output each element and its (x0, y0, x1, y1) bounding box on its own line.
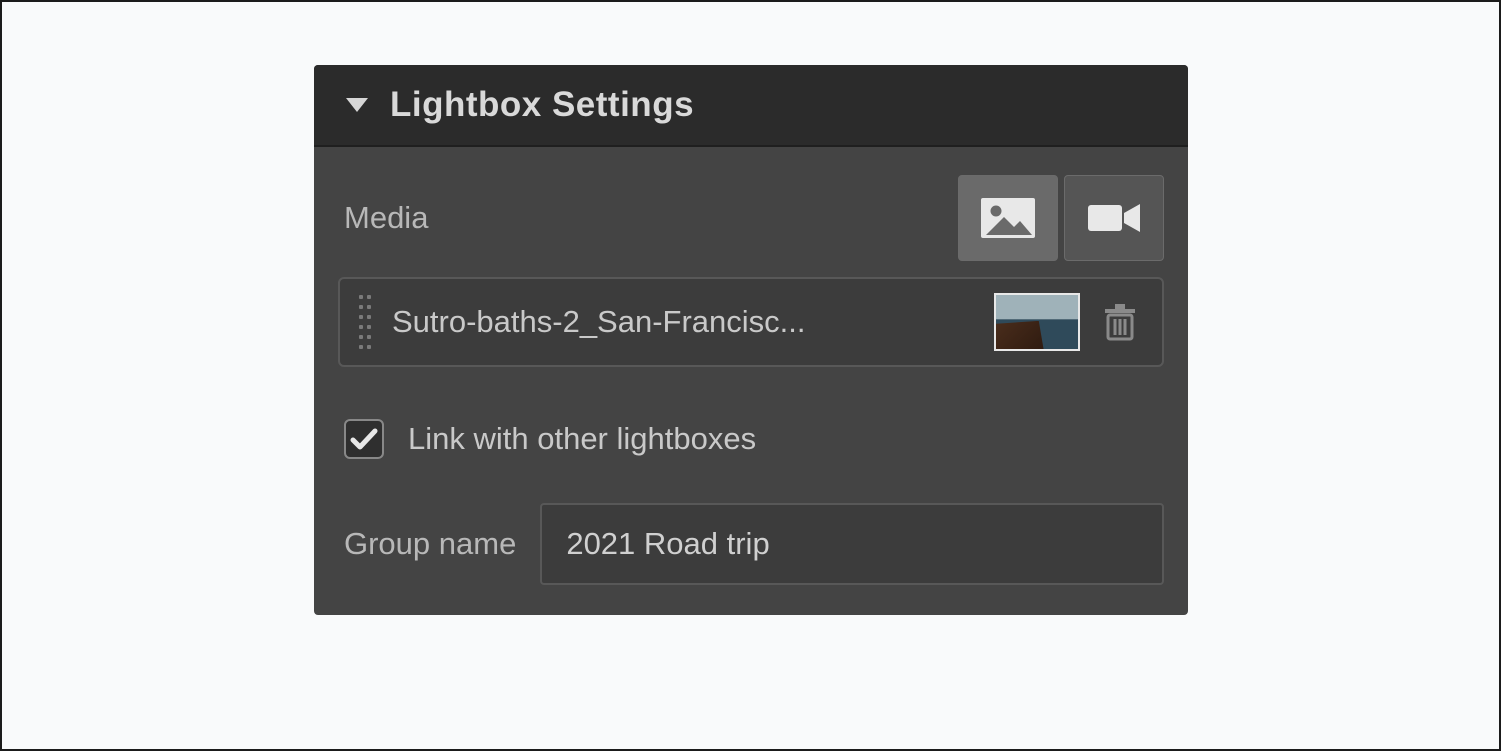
group-name-input[interactable]: 2021 Road trip (540, 503, 1164, 585)
link-lightboxes-checkbox[interactable] (344, 419, 384, 459)
disclosure-triangle-icon (346, 98, 368, 112)
link-lightboxes-label: Link with other lightboxes (408, 421, 756, 457)
panel-header[interactable]: Lightbox Settings (314, 65, 1188, 147)
drag-handle-icon[interactable] (348, 295, 374, 349)
media-type-buttons (958, 175, 1164, 261)
add-video-button[interactable] (1064, 175, 1164, 261)
checkmark-icon (350, 427, 378, 451)
add-image-button[interactable] (958, 175, 1058, 261)
video-camera-icon (1086, 199, 1142, 237)
image-icon (980, 197, 1036, 239)
media-label: Media (344, 200, 428, 236)
media-header-row: Media (338, 175, 1164, 271)
lightbox-settings-panel: Lightbox Settings Media (314, 65, 1188, 615)
group-name-value: 2021 Road trip (566, 526, 769, 562)
trash-icon (1103, 303, 1137, 341)
media-list-item[interactable]: Sutro-baths-2_San-Francisc... (338, 277, 1164, 367)
delete-media-button[interactable] (1098, 300, 1142, 344)
link-lightboxes-row: Link with other lightboxes (338, 367, 1164, 459)
canvas: Lightbox Settings Media (0, 0, 1501, 751)
panel-body: Media (314, 147, 1188, 615)
media-file-name: Sutro-baths-2_San-Francisc... (392, 304, 976, 340)
panel-title: Lightbox Settings (390, 85, 694, 125)
media-thumbnail (994, 293, 1080, 351)
group-name-label: Group name (344, 526, 516, 562)
group-name-row: Group name 2021 Road trip (338, 459, 1164, 585)
